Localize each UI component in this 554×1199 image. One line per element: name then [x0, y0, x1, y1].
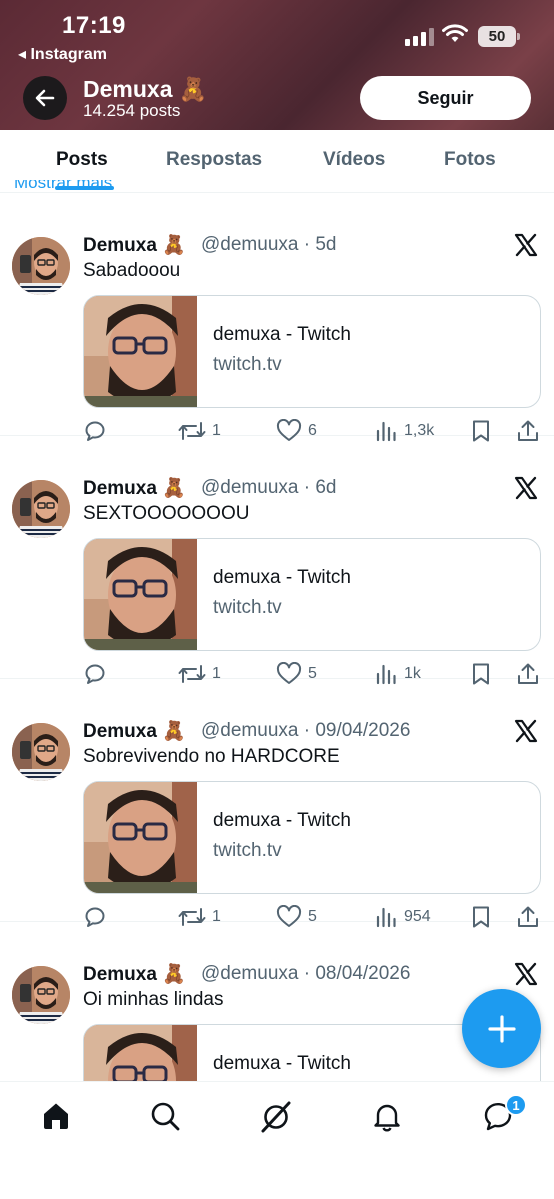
messages-badge: 1	[505, 1094, 527, 1116]
post-text: Sabadooou	[83, 260, 181, 281]
link-card-title: demuxa - Twitch	[213, 1053, 351, 1074]
post[interactable]: Demuxa 🧸 @demuuxa · 6d SEXTOOOOOOOU demu…	[0, 436, 554, 685]
profile-name: Demuxa 🧸	[83, 76, 208, 102]
avatar[interactable]	[12, 966, 70, 1024]
thumbnail-image	[84, 782, 197, 893]
search-icon[interactable]	[149, 1100, 181, 1132]
link-card-thumbnail	[84, 296, 197, 407]
arrow-left-icon	[35, 89, 55, 107]
post-author-name[interactable]: Demuxa 🧸	[83, 233, 186, 257]
avatar-image	[12, 480, 70, 538]
link-card-title: demuxa - Twitch	[213, 567, 351, 588]
post-author-name[interactable]: Demuxa 🧸	[83, 719, 186, 743]
post[interactable]: Demuxa 🧸 @demuuxa · 09/04/2026 Sobrevive…	[0, 679, 554, 928]
thumbnail-image	[84, 296, 197, 407]
x-logo-icon	[514, 476, 538, 500]
clock: 17:19	[62, 12, 126, 39]
avatar-image	[12, 723, 70, 781]
bottom-navigation	[0, 1081, 554, 1199]
post-text: Sobrevivendo no HARDCORE	[83, 746, 340, 767]
link-card-thumbnail	[84, 1025, 197, 1081]
link-card[interactable]: demuxa - Twitch twitch.tv	[83, 295, 541, 408]
status-bar: 17:19 ◂ Instagram 50	[0, 0, 554, 70]
link-card-domain: twitch.tv	[213, 840, 282, 861]
battery-tip	[517, 33, 520, 40]
post[interactable]: Demuxa 🧸 @demuuxa · 5d Sabadooou demuxa …	[0, 193, 554, 442]
thumbnail-image	[84, 1025, 197, 1081]
link-card-thumbnail	[84, 539, 197, 650]
battery-indicator: 50	[478, 26, 516, 47]
back-to-app-link[interactable]: ◂ Instagram	[18, 44, 107, 64]
notifications-bell-icon[interactable]	[371, 1100, 403, 1132]
post-text: SEXTOOOOOOOU	[83, 503, 250, 524]
avatar[interactable]	[12, 237, 70, 295]
thumbnail-image	[84, 539, 197, 650]
tab-fotos[interactable]: Fotos	[444, 149, 496, 171]
back-button[interactable]	[23, 76, 67, 120]
post-handle-time: @demuuxa · 09/04/2026	[201, 720, 411, 741]
compose-post-button[interactable]	[462, 989, 541, 1068]
post-handle-time: @demuuxa · 08/04/2026	[201, 963, 411, 984]
avatar-image	[12, 237, 70, 295]
posts-feed: Demuxa 🧸 @demuuxa · 5d Sabadooou demuxa …	[0, 193, 554, 1081]
tab-videos[interactable]: Vídeos	[323, 149, 385, 171]
link-card[interactable]: demuxa - Twitch twitch.tv	[83, 538, 541, 651]
x-logo-icon	[514, 719, 538, 743]
link-card-domain: twitch.tv	[213, 354, 282, 375]
tab-respostas[interactable]: Respostas	[166, 149, 262, 171]
avatar[interactable]	[12, 723, 70, 781]
link-card[interactable]: demuxa - Twitch twitch.tv	[83, 781, 541, 894]
post-text: Oi minhas lindas	[83, 989, 224, 1010]
link-card-domain: twitch.tv	[213, 597, 282, 618]
show-more-link[interactable]: Mostrar mais	[14, 180, 112, 192]
post-handle-time: @demuuxa · 5d	[201, 234, 337, 255]
wifi-icon	[442, 24, 468, 42]
post-author-name[interactable]: Demuxa 🧸	[83, 962, 186, 986]
profile-post-count: 14.254 posts	[83, 101, 181, 120]
x-logo-icon	[514, 233, 538, 257]
link-card-thumbnail	[84, 782, 197, 893]
plus-icon	[487, 1014, 516, 1043]
x-logo-icon	[514, 962, 538, 986]
tab-posts[interactable]: Posts	[56, 149, 108, 171]
follow-button[interactable]: Seguir	[360, 76, 531, 120]
link-card-title: demuxa - Twitch	[213, 324, 351, 345]
avatar[interactable]	[12, 480, 70, 538]
signal-icon	[405, 28, 434, 46]
profile-header: 17:19 ◂ Instagram 50 Demuxa 🧸 14.254 pos…	[0, 0, 554, 130]
home-icon[interactable]	[40, 1100, 72, 1132]
post-handle-time: @demuuxa · 6d	[201, 477, 337, 498]
avatar-image	[12, 966, 70, 1024]
grok-icon[interactable]	[259, 1100, 293, 1134]
post-author-name[interactable]: Demuxa 🧸	[83, 476, 186, 500]
link-card-title: demuxa - Twitch	[213, 810, 351, 831]
